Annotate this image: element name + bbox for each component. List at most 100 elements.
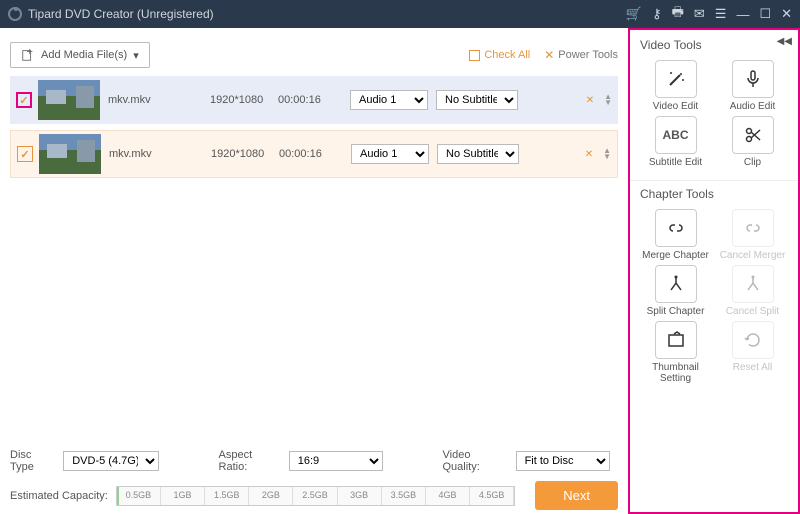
tool-label: Split Chapter: [647, 306, 705, 317]
capacity-tick: 3GB: [338, 487, 382, 505]
capacity-ruler: 0.5GB 1GB 1.5GB 2GB 2.5GB 3GB 3.5GB 4GB …: [116, 486, 515, 506]
power-tools-button[interactable]: ✕ Power Tools: [544, 48, 618, 62]
subtitle-select[interactable]: No Subtitle: [436, 90, 518, 110]
tool-video-edit[interactable]: Video Edit: [640, 60, 711, 112]
toolbar: Add Media File(s) ▾ Check All ✕ Power To…: [10, 34, 618, 76]
power-tools-label: Power Tools: [558, 49, 618, 61]
aspect-ratio-select[interactable]: 16:9: [289, 451, 383, 471]
tool-subtitle-edit[interactable]: ABC Subtitle Edit: [640, 116, 711, 168]
disc-type-select[interactable]: DVD-5 (4.7G): [63, 451, 159, 471]
file-row[interactable]: ✓ mkv.mkv 1920*1080 00:00:16 Audio 1 No …: [10, 76, 618, 124]
collapse-sidebar-icon[interactable]: ◀◀: [777, 36, 792, 47]
reorder-handle[interactable]: ▲▼: [603, 148, 611, 160]
tool-label: Audio Edit: [730, 101, 776, 112]
video-tools-header: Video Tools: [630, 34, 798, 56]
abc-icon: ABC: [655, 116, 697, 154]
add-file-icon: [21, 48, 35, 62]
file-resolution: 1920*1080: [210, 94, 278, 106]
main-panel: Add Media File(s) ▾ Check All ✕ Power To…: [0, 28, 628, 514]
tools-sidebar: ◀◀ Video Tools Video Edit Audio Edit ABC Su…: [628, 28, 800, 514]
file-name: mkv.mkv: [109, 148, 211, 160]
titlebar: Tipard DVD Creator (Unregistered) 🛒 ⚷ 🖶 …: [0, 0, 800, 28]
app-logo-icon: [8, 7, 22, 21]
tool-audio-edit[interactable]: Audio Edit: [717, 60, 788, 112]
capacity-tick: 2GB: [249, 487, 293, 505]
subtitle-select[interactable]: No Subtitle: [437, 144, 519, 164]
remove-row-button[interactable]: ✕: [586, 95, 594, 106]
link-icon: [732, 209, 774, 247]
next-button[interactable]: Next: [535, 481, 618, 510]
row-checkbox[interactable]: ✓: [16, 92, 32, 108]
maximize-icon[interactable]: ☐: [759, 6, 771, 22]
close-icon[interactable]: ✕: [781, 6, 792, 22]
split-icon: [732, 265, 774, 303]
reorder-handle[interactable]: ▲▼: [604, 94, 612, 106]
add-media-button[interactable]: Add Media File(s) ▾: [10, 42, 150, 68]
check-all-label: Check All: [484, 49, 530, 61]
thumb-icon: [655, 321, 697, 359]
tool-label: Reset All: [733, 362, 772, 373]
audio-select[interactable]: Audio 1: [350, 90, 428, 110]
video-thumbnail[interactable]: [39, 134, 101, 174]
checkbox-icon: [469, 50, 480, 61]
aspect-ratio-label: Aspect Ratio:: [219, 449, 283, 473]
capacity-tick: 4GB: [426, 487, 470, 505]
chapter-tools-header: Chapter Tools: [630, 183, 798, 205]
tool-label: Cancel Split: [726, 306, 779, 317]
file-duration: 00:00:16: [279, 148, 351, 160]
capacity-tick: 4.5GB: [470, 487, 514, 505]
tool-split-chapter[interactable]: Split Chapter: [640, 265, 711, 317]
link-icon: [655, 209, 697, 247]
row-checkbox[interactable]: ✓: [17, 146, 33, 162]
tool-label: Cancel Merger: [720, 250, 786, 261]
tool-label: Video Edit: [653, 101, 698, 112]
file-list: ✓ mkv.mkv 1920*1080 00:00:16 Audio 1 No …: [10, 76, 618, 439]
file-resolution: 1920*1080: [211, 148, 279, 160]
tool-merge-chapter[interactable]: Merge Chapter: [640, 209, 711, 261]
app-title: Tipard DVD Creator (Unregistered): [28, 7, 214, 21]
audio-select[interactable]: Audio 1: [351, 144, 429, 164]
remove-row-button[interactable]: ✕: [585, 149, 593, 160]
disc-type-label: Disc Type: [10, 449, 57, 473]
tool-label: Thumbnail Setting: [640, 362, 711, 384]
tool-clip[interactable]: Clip: [717, 116, 788, 168]
file-row[interactable]: ✓ mkv.mkv 1920*1080 00:00:16 Audio 1 No …: [10, 130, 618, 178]
capacity-tick: 1GB: [161, 487, 205, 505]
tool-label: Merge Chapter: [642, 250, 709, 261]
tool-label: Subtitle Edit: [649, 157, 702, 168]
video-quality-select[interactable]: Fit to Disc: [516, 451, 610, 471]
file-duration: 00:00:16: [278, 94, 350, 106]
key-icon[interactable]: ⚷: [652, 6, 662, 22]
capacity-label: Estimated Capacity:: [10, 490, 108, 502]
wand-icon: [655, 60, 697, 98]
split-icon: [655, 265, 697, 303]
video-quality-label: Video Quality:: [443, 449, 510, 473]
tool-label: Clip: [744, 157, 761, 168]
tool-cancel-split: Cancel Split: [717, 265, 788, 317]
capacity-tick: 3.5GB: [382, 487, 426, 505]
reset-icon: [732, 321, 774, 359]
mic-icon: [732, 60, 774, 98]
tool-reset-all: Reset All: [717, 321, 788, 384]
capacity-tick: 2.5GB: [293, 487, 337, 505]
scissors-icon: [732, 116, 774, 154]
cart-icon[interactable]: 🛒: [626, 6, 642, 22]
titlebar-controls: 🛒 ⚷ 🖶 ✉ ☰ — ☐ ✕: [626, 3, 792, 25]
file-name: mkv.mkv: [108, 94, 210, 106]
email-icon[interactable]: ✉: [694, 6, 705, 22]
check-all-toggle[interactable]: Check All: [469, 49, 530, 61]
capacity-fill: [117, 487, 119, 505]
separator: [630, 180, 798, 181]
print-icon[interactable]: 🖶: [672, 3, 684, 25]
add-media-label: Add Media File(s): [41, 49, 127, 61]
capacity-tick: 1.5GB: [205, 487, 249, 505]
video-thumbnail[interactable]: [38, 80, 100, 120]
tool-thumbnail-setting[interactable]: Thumbnail Setting: [640, 321, 711, 384]
capacity-tick: 0.5GB: [117, 487, 161, 505]
tool-cancel-merger: Cancel Merger: [717, 209, 788, 261]
tools-icon: ✕: [544, 48, 554, 62]
minimize-icon[interactable]: —: [736, 7, 749, 22]
feedback-icon[interactable]: ☰: [715, 6, 727, 22]
dropdown-caret-icon: ▾: [133, 49, 139, 62]
bottom-bar: Disc Type DVD-5 (4.7G) Aspect Ratio: 16:…: [10, 439, 618, 510]
